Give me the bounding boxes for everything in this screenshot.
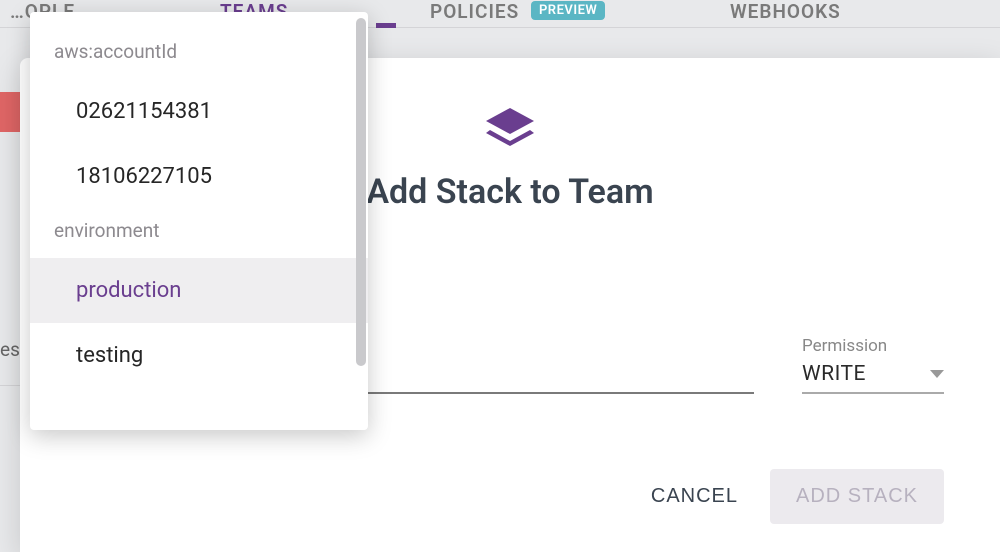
- permission-label: Permission: [802, 336, 944, 356]
- dropdown-group-label: environment: [30, 209, 368, 258]
- permission-value: WRITE: [802, 362, 866, 386]
- tab-policies[interactable]: POLICIES PREVIEW: [430, 0, 605, 23]
- tab-teams-underline: [376, 23, 396, 28]
- bg-row-border: [0, 385, 20, 386]
- preview-badge: PREVIEW: [531, 1, 605, 20]
- dropdown-option[interactable]: testing: [30, 323, 368, 388]
- bg-row-text: es: [0, 338, 20, 361]
- dropdown-scrollbar[interactable]: [356, 18, 366, 366]
- bg-red-strip: [0, 92, 20, 132]
- modal-actions: CANCEL ADD STACK: [643, 469, 944, 524]
- permission-block: Permission WRITE: [802, 336, 944, 394]
- tab-webhooks[interactable]: WEBHOOKS: [730, 0, 841, 23]
- dropdown-option[interactable]: 02621154381: [30, 79, 368, 144]
- dropdown-option[interactable]: 18106227105: [30, 144, 368, 209]
- dropdown-group-label: aws:accountId: [30, 30, 368, 79]
- cancel-button[interactable]: CANCEL: [643, 471, 746, 522]
- tab-policies-label: POLICIES: [430, 0, 519, 23]
- caret-down-icon: [930, 370, 944, 378]
- modal-title: Add Stack to Team: [366, 172, 653, 212]
- tag-dropdown: aws:accountId 02621154381 18106227105 en…: [30, 12, 368, 430]
- stack-icon: [482, 106, 538, 154]
- dropdown-inner: aws:accountId 02621154381 18106227105 en…: [30, 12, 368, 388]
- add-stack-button[interactable]: ADD STACK: [770, 469, 944, 524]
- dropdown-option[interactable]: production: [30, 258, 368, 323]
- permission-select[interactable]: WRITE: [802, 362, 944, 394]
